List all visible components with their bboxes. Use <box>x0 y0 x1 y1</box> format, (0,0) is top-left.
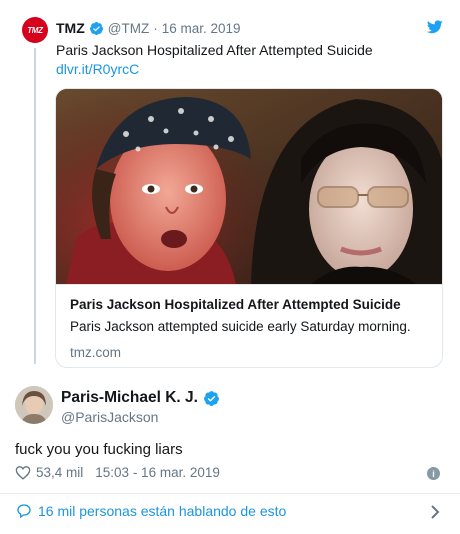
thread-connector-line <box>34 48 36 364</box>
quoted-author-name[interactable]: TMZ <box>56 20 85 36</box>
quoted-tweet-header: TMZ @TMZ · 16 mar. 2019 <box>56 19 241 37</box>
quoted-author-handle[interactable]: @TMZ <box>108 21 149 36</box>
author-handle[interactable]: @ParisJackson <box>61 409 158 425</box>
tweet-meta: 53,4 mil 15:03 - 16 mar. 2019 <box>15 465 220 480</box>
quoted-tweet-text: Paris Jackson Hospitalized After Attempt… <box>56 42 373 58</box>
tmz-logo-text: TMZ <box>27 25 43 35</box>
link-preview-title: Paris Jackson Hospitalized After Attempt… <box>70 297 401 312</box>
quoted-tweet-date[interactable]: 16 mar. 2019 <box>162 21 241 36</box>
info-glyph: i <box>432 468 435 479</box>
conversation-link[interactable]: 16 mil personas están hablando de esto <box>16 503 286 519</box>
link-preview-domain: tmz.com <box>70 345 122 360</box>
link-preview-description: Paris Jackson attempted suicide early Sa… <box>70 319 411 334</box>
header-separator: · <box>153 20 158 36</box>
footer-divider <box>0 493 460 494</box>
author-name-row: Paris-Michael K. J. <box>61 389 224 407</box>
link-preview-card[interactable]: Paris Jackson Hospitalized After Attempt… <box>55 88 443 368</box>
verified-badge-icon <box>204 390 219 406</box>
link-preview-body: Paris Jackson Hospitalized After Attempt… <box>56 284 442 367</box>
like-count[interactable]: 53,4 mil <box>36 465 83 480</box>
author-display-name[interactable]: Paris-Michael K. J. <box>61 389 198 407</box>
heart-icon[interactable] <box>15 465 31 480</box>
verified-badge-icon <box>89 21 103 35</box>
info-icon[interactable]: i <box>427 467 440 480</box>
chevron-right-icon[interactable] <box>430 505 440 519</box>
tweet-timestamp[interactable]: 15:03 - 16 mar. 2019 <box>95 465 220 480</box>
tweet-text: fuck you you fucking liars <box>15 441 183 458</box>
embedded-tweet: TMZ TMZ @TMZ · 16 mar. 2019 Paris Jackso… <box>0 0 460 534</box>
conversation-label: 16 mil personas están hablando de esto <box>38 503 287 519</box>
tmz-avatar[interactable]: TMZ <box>22 17 48 43</box>
author-avatar[interactable] <box>15 386 53 424</box>
link-preview-image <box>56 89 442 284</box>
twitter-bird-icon[interactable] <box>427 20 443 34</box>
reply-bubble-icon <box>17 504 31 519</box>
quoted-tweet-link[interactable]: dlvr.it/R0yrcC <box>56 61 139 77</box>
